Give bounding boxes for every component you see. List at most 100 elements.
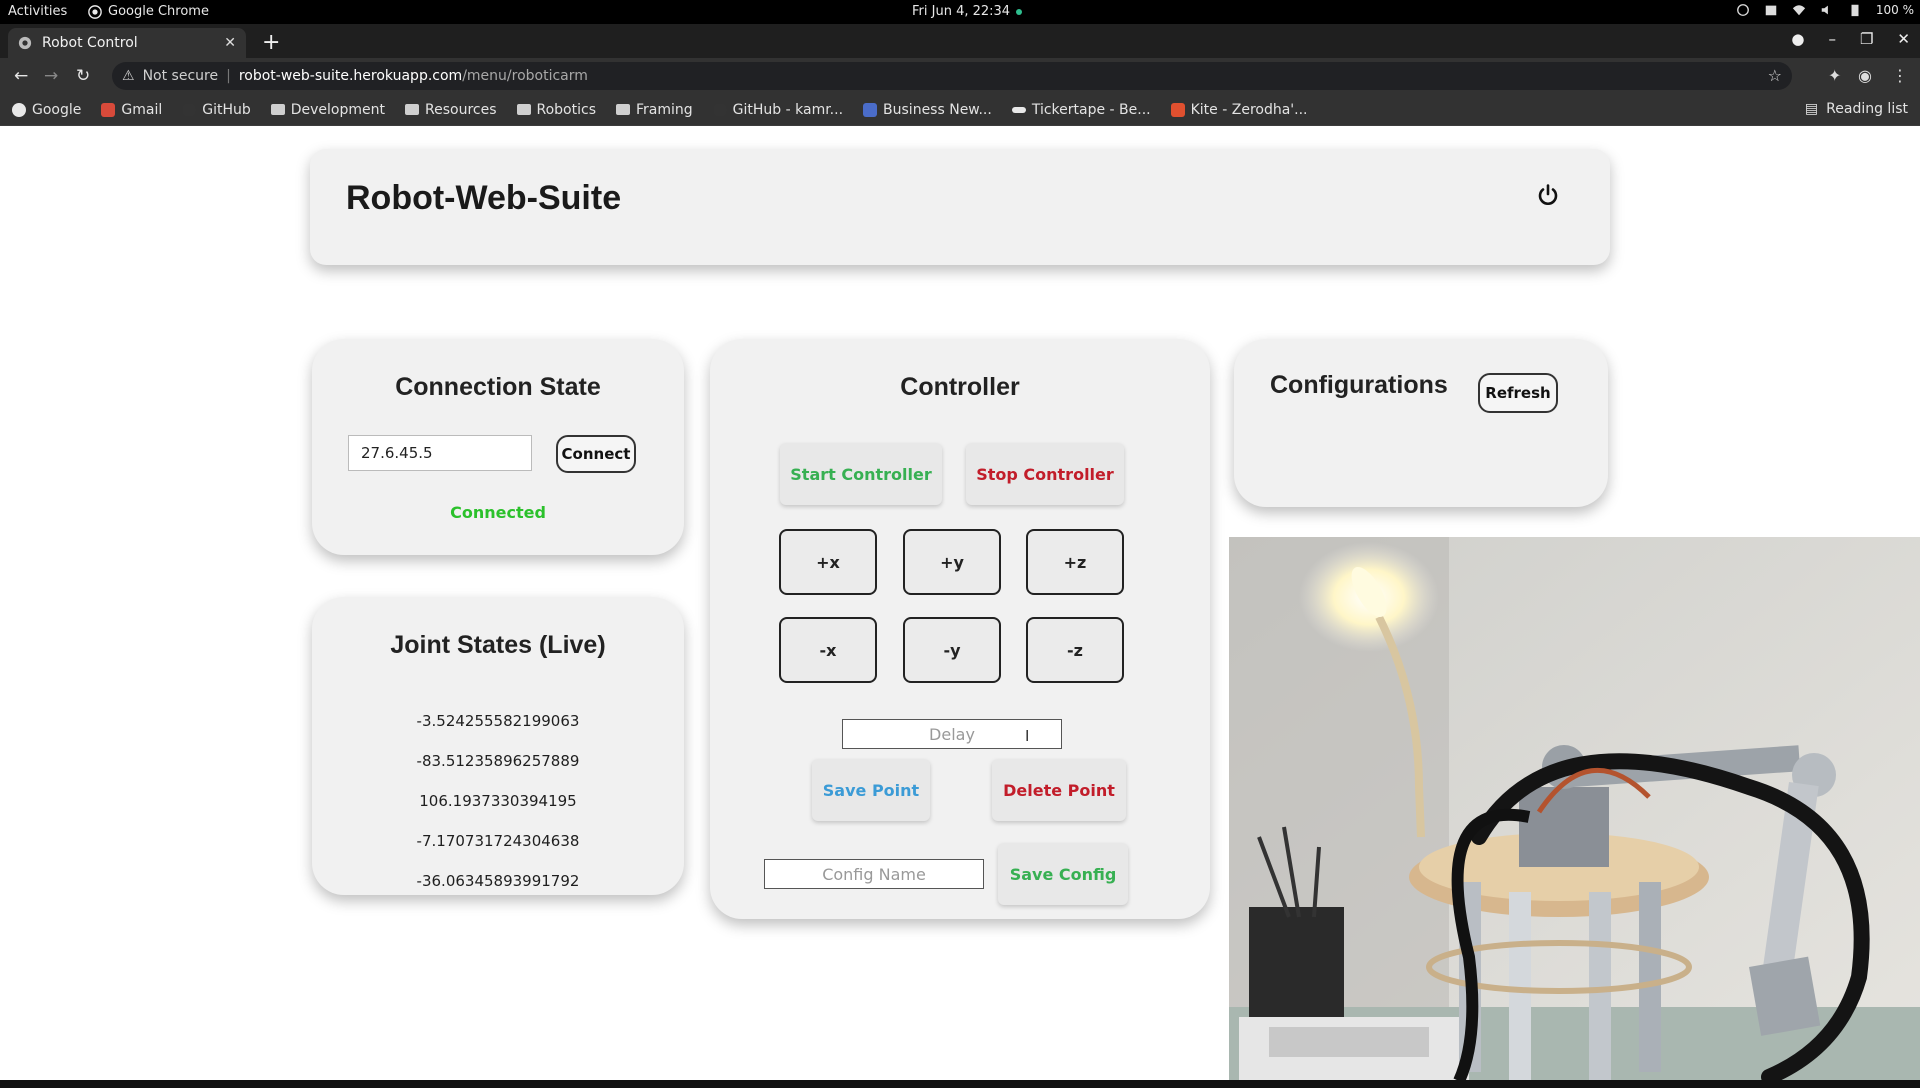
app-menu[interactable]: Google Chrome xyxy=(88,4,209,19)
tab-robot-control[interactable]: Robot Control ✕ xyxy=(8,28,246,58)
connection-state-title: Connection State xyxy=(395,373,601,401)
minus-x-button[interactable]: -x xyxy=(779,617,877,683)
close-window-icon[interactable]: ✕ xyxy=(1897,30,1910,48)
reload-icon[interactable]: ↻ xyxy=(76,66,90,86)
reading-list[interactable]: ▤ Reading list xyxy=(1805,101,1908,117)
bookmark-business-news[interactable]: Business New... xyxy=(863,102,992,118)
google-icon xyxy=(12,102,26,117)
delete-point-button[interactable]: Delete Point xyxy=(992,759,1126,821)
security-label: Not secure xyxy=(142,68,219,84)
os-top-bar: Activities Google Chrome Fri Jun 4, 22:3… xyxy=(0,0,1920,24)
camera-feed xyxy=(1229,537,1920,1081)
bookmark-folder-framing[interactable]: Framing xyxy=(616,102,693,118)
bookmark-label: Robotics xyxy=(536,101,597,118)
news-icon xyxy=(863,102,878,117)
stop-controller-button[interactable]: Stop Controller xyxy=(966,443,1124,505)
bookmark-tickertape[interactable]: Tickertape - Be... xyxy=(1011,101,1151,118)
connection-state-card: Connection State Connect Connected xyxy=(312,339,684,555)
minus-z-button[interactable]: -z xyxy=(1026,617,1124,683)
controller-title: Controller xyxy=(900,373,1020,401)
power-icon[interactable] xyxy=(1536,183,1560,207)
profile-avatar-icon[interactable]: ◉ xyxy=(1858,66,1872,85)
folder-icon xyxy=(405,104,419,115)
folder-icon xyxy=(516,104,531,115)
config-name-input[interactable] xyxy=(764,859,984,889)
joint-value: -83.51235896257889 xyxy=(416,752,580,770)
bookmark-github[interactable]: GitHub xyxy=(182,102,251,118)
notification-dot-icon xyxy=(1016,8,1023,15)
ip-address-input[interactable] xyxy=(348,435,532,471)
omnibox-separator: | xyxy=(226,68,231,84)
bookmark-folder-resources[interactable]: Resources xyxy=(405,102,497,118)
app-header: Robot-Web-Suite xyxy=(310,149,1610,265)
clock[interactable]: Fri Jun 4, 22:34 xyxy=(912,4,1023,19)
activities-button[interactable]: Activities xyxy=(8,4,67,19)
wifi-icon xyxy=(1792,5,1805,16)
bookmark-github-kamr[interactable]: GitHub - kamr... xyxy=(712,101,844,118)
window-controls: ● – ❐ ✕ xyxy=(1791,30,1910,48)
kite-icon xyxy=(1170,102,1185,117)
controller-card: Controller Start Controller Stop Control… xyxy=(710,339,1210,919)
address-bar[interactable]: ⚠ Not secure | robot-web-suite.herokuapp… xyxy=(112,62,1792,90)
github-icon xyxy=(182,102,197,117)
plus-x-button[interactable]: +x xyxy=(779,529,877,595)
bookmark-label: GitHub xyxy=(202,101,251,118)
bookmark-label: Tickertape - Be... xyxy=(1031,101,1151,118)
volume-icon xyxy=(1821,5,1828,15)
joint-values-list: -3.524255582199063 -83.51235896257889 10… xyxy=(312,701,684,901)
connect-button[interactable]: Connect xyxy=(556,435,636,473)
bookmark-label: Gmail xyxy=(121,101,163,118)
refresh-button[interactable]: Refresh xyxy=(1478,373,1558,413)
back-icon[interactable]: ← xyxy=(14,66,28,86)
profile-menu-icon[interactable]: ● xyxy=(1791,30,1804,48)
maximize-icon[interactable]: ❐ xyxy=(1860,30,1873,48)
extensions-icon[interactable]: ✦ xyxy=(1828,66,1841,85)
bookmark-folder-robotics[interactable]: Robotics xyxy=(516,101,597,118)
bookmarks-bar: Google Gmail GitHub Development Resource… xyxy=(0,94,1920,126)
minus-y-button[interactable]: -y xyxy=(903,617,1001,683)
joint-value: -7.170731724304638 xyxy=(416,832,580,850)
bookmark-folder-development[interactable]: Development xyxy=(270,102,385,118)
robot-arm-video-frame xyxy=(1229,537,1920,1081)
connection-status: Connected xyxy=(450,503,546,522)
start-controller-button[interactable]: Start Controller xyxy=(780,443,942,505)
bookmark-label: Framing xyxy=(636,101,693,118)
minimize-icon[interactable]: – xyxy=(1828,30,1836,48)
browser-menu-icon[interactable]: ⋮ xyxy=(1892,66,1908,85)
screen-bottom-edge xyxy=(0,1080,1920,1088)
forward-icon[interactable]: → xyxy=(44,66,58,86)
tab-strip: Robot Control ✕ + ● – ❐ ✕ xyxy=(0,24,1920,58)
battery-percent: 100 % xyxy=(1875,3,1914,17)
battery-icon xyxy=(1851,4,1859,17)
save-config-button[interactable]: Save Config xyxy=(998,843,1128,905)
network-indicator-icon xyxy=(1736,4,1749,16)
github-icon xyxy=(712,102,727,117)
reading-list-label: Reading list xyxy=(1826,101,1908,117)
tickertape-icon xyxy=(1011,106,1026,113)
bookmark-google[interactable]: Google xyxy=(12,102,81,118)
url-host: robot-web-suite.herokuapp.com xyxy=(238,68,463,84)
bookmark-kite[interactable]: Kite - Zerodha'... xyxy=(1170,102,1308,118)
app-name: Google Chrome xyxy=(108,4,209,19)
tab-close-icon[interactable]: ✕ xyxy=(224,35,236,51)
reading-list-icon: ▤ xyxy=(1804,101,1819,117)
plus-y-button[interactable]: +y xyxy=(903,529,1001,595)
gmail-icon xyxy=(101,102,116,117)
page-content: Robot-Web-Suite Connection State Connect… xyxy=(0,127,1920,1081)
bookmark-star-icon[interactable]: ☆ xyxy=(1768,66,1782,85)
joint-value: -36.06345893991792 xyxy=(416,872,580,890)
plus-z-button[interactable]: +z xyxy=(1026,529,1124,595)
bookmark-gmail[interactable]: Gmail xyxy=(101,102,162,118)
system-tray[interactable]: 100 % xyxy=(1736,3,1914,17)
calendar-icon xyxy=(1765,5,1777,16)
new-tab-button[interactable]: + xyxy=(262,30,280,55)
joint-states-card: Joint States (Live) -3.524255582199063 -… xyxy=(312,597,684,895)
clock-text: Fri Jun 4, 22:34 xyxy=(912,4,1011,19)
joint-value: 106.1937330394195 xyxy=(419,792,577,810)
save-point-button[interactable]: Save Point xyxy=(812,759,930,821)
chrome-favicon-icon xyxy=(18,36,32,50)
app-title: Robot-Web-Suite xyxy=(346,179,622,217)
configurations-card: Configurations Refresh xyxy=(1234,339,1608,507)
bookmark-label: Resources xyxy=(425,101,497,118)
bookmark-label: GitHub - kamr... xyxy=(732,101,844,118)
